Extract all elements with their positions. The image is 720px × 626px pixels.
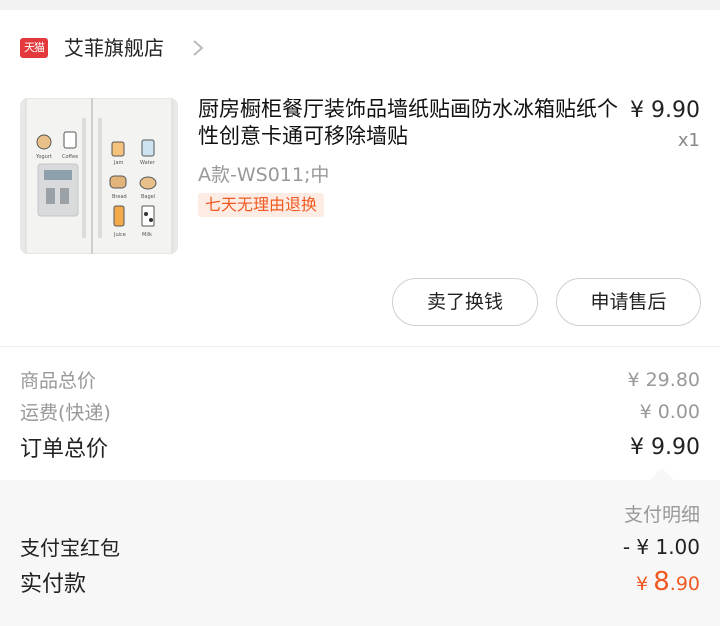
- payment-detail-panel: 支付明细 支付宝红包 - ¥ 1.00 实付款 ¥ 8.90: [0, 480, 720, 626]
- order-total-label: 订单总价: [20, 437, 109, 462]
- service-tag: 七天无理由退换: [198, 193, 325, 217]
- sticker-label: Water: [140, 160, 156, 166]
- paid-label: 实付款: [20, 572, 87, 597]
- paid-row: 实付款 ¥ 8.90: [20, 566, 700, 598]
- shipping-value: ¥ 0.00: [639, 400, 700, 423]
- red-packet-value: - ¥ 1.00: [622, 534, 700, 559]
- product-quantity: x1: [677, 130, 700, 151]
- after-sale-button[interactable]: 申请售后: [556, 278, 701, 326]
- red-packet-row: 支付宝红包 - ¥ 1.00: [20, 532, 700, 561]
- goods-total-label: 商品总价: [20, 370, 97, 392]
- top-spacer: [0, 0, 720, 10]
- divider: [0, 346, 720, 347]
- product-spec: A款-WS011;中: [198, 164, 330, 186]
- sell-button[interactable]: 卖了换钱: [392, 278, 538, 326]
- sticker-label: Milk: [142, 232, 152, 238]
- tmall-logo-icon: 天猫: [20, 38, 48, 58]
- shop-header[interactable]: 天猫 艾菲旗舰店: [0, 10, 720, 86]
- detail-caret-icon: [650, 468, 674, 480]
- product-thumbnail[interactable]: Yogurt Coffee Jam Water Bread Bagel Juic…: [20, 98, 178, 254]
- paid-amount: ¥ 8.90: [636, 567, 700, 597]
- red-packet-label: 支付宝红包: [20, 536, 120, 560]
- goods-total-row: 商品总价 ¥ 29.80: [20, 366, 700, 393]
- shop-name[interactable]: 艾菲旗舰店: [64, 34, 164, 62]
- fridge-sticker-image: Yogurt Coffee Jam Water Bread Bagel Juic…: [20, 98, 178, 254]
- goods-total-value: ¥ 29.80: [627, 368, 700, 391]
- paid-currency: ¥: [636, 573, 649, 595]
- sticker-label: Bread: [112, 194, 127, 200]
- sticker-label: Yogurt: [35, 154, 52, 160]
- payment-detail-header: 支付明细: [623, 504, 700, 526]
- paid-decimal: .90: [669, 573, 700, 595]
- sticker-label: Coffee: [62, 154, 78, 160]
- order-total-row: 订单总价 ¥ 9.90: [20, 431, 700, 463]
- order-card: 天猫 艾菲旗舰店 Yogurt Coffee Jam Water Bread B…: [0, 10, 720, 626]
- order-total-value: ¥ 9.90: [630, 434, 700, 460]
- shipping-label: 运费(快递): [20, 402, 111, 424]
- chevron-right-icon[interactable]: [190, 38, 206, 58]
- product-price: ¥ 9.90: [630, 98, 700, 123]
- shipping-row: 运费(快递) ¥ 0.00: [20, 398, 700, 425]
- sticker-label: Juice: [113, 232, 126, 238]
- paid-integer: 8: [653, 567, 670, 597]
- product-title[interactable]: 厨房橱柜餐厅装饰品墙纸贴画防水冰箱贴纸个性创意卡通可移除墙贴: [198, 96, 618, 150]
- sticker-label: Bagel: [141, 194, 155, 200]
- sticker-label: Jam: [113, 160, 124, 166]
